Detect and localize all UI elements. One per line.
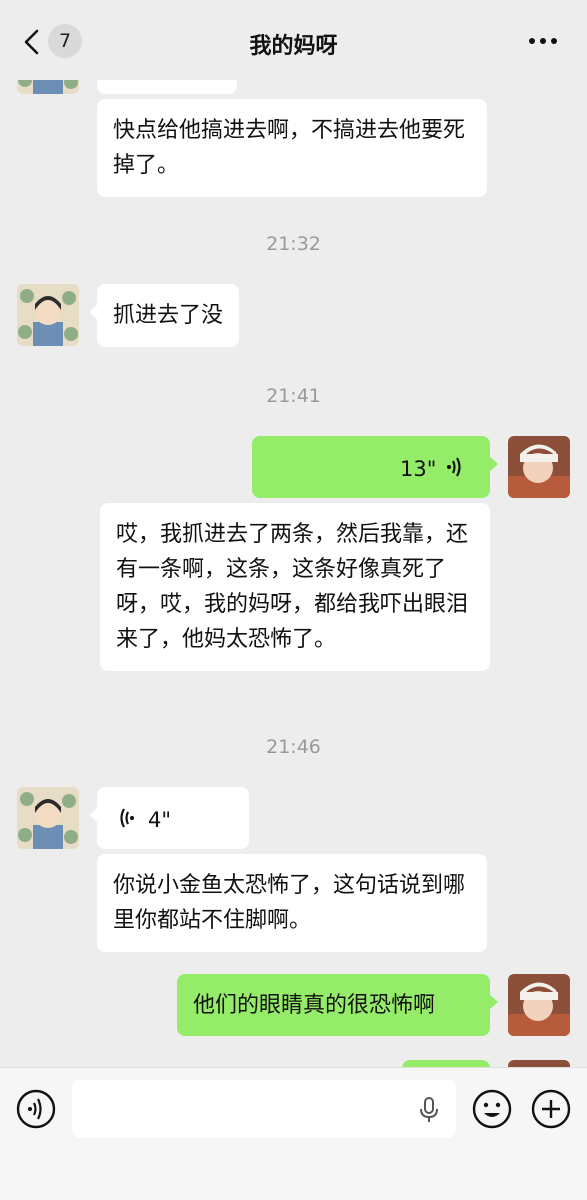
my-avatar[interactable]	[508, 436, 570, 498]
emoji-button[interactable]	[472, 1089, 512, 1129]
avatar-photo	[508, 436, 570, 498]
more-dots-icon	[529, 38, 535, 44]
message-text: 你说小金鱼太恐怖了，这句话说到哪里你都站不住脚啊。	[113, 873, 466, 933]
sent-message-cut[interactable]	[402, 1060, 490, 1067]
avatar-illustration	[17, 284, 79, 346]
received-message[interactable]: 抓进去了没	[88, 284, 240, 347]
avatar-photo	[508, 974, 570, 1036]
contact-avatar[interactable]	[17, 787, 79, 849]
message-text: 抓进去了没	[113, 303, 224, 328]
message-text: 哎，我抓进去了两条，然后我靠，还有一条啊，这条，这条好像真死了呀，哎，我的妈呀，…	[116, 522, 469, 652]
message-text: 快点给他搞进去啊，不搞进去他要死掉了。	[113, 118, 466, 178]
timestamp: 21:41	[266, 385, 321, 407]
voice-duration: 4"	[148, 808, 172, 832]
voice-icon	[16, 1089, 56, 1129]
voice-wave-icon	[120, 808, 134, 828]
received-message[interactable]: 快点给他搞进去啊，不搞进去他要死掉了。	[97, 99, 487, 197]
nav-bar: 7 我的妈呀	[0, 0, 587, 80]
message-input[interactable]	[72, 1080, 456, 1138]
avatar-photo	[508, 1060, 570, 1067]
message-text: 他们的眼睛真的很恐怖啊	[193, 993, 436, 1018]
timestamp: 21:46	[266, 736, 321, 758]
plus-icon	[531, 1089, 571, 1129]
voice-toggle-button[interactable]	[16, 1089, 56, 1129]
chat-title: 我的妈呀	[249, 34, 338, 59]
emoji-icon	[472, 1089, 512, 1129]
received-transcription[interactable]: 哎，我抓进去了两条，然后我靠，还有一条啊，这条，这条好像真死了呀，哎，我的妈呀，…	[100, 503, 490, 671]
avatar-illustration	[17, 787, 79, 849]
more-dots-icon-dot	[540, 38, 546, 44]
contact-avatar[interactable]	[17, 284, 79, 346]
more-button[interactable]	[529, 30, 561, 50]
chat-screen: 快点给他搞进去啊，不搞进去他要死掉了。 21:32 抓进去了没 21:41 13…	[0, 0, 587, 1200]
timestamp: 21:32	[266, 233, 321, 255]
received-transcription[interactable]: 你说小金鱼太恐怖了，这句话说到哪里你都站不住脚啊。	[97, 854, 487, 952]
sent-message[interactable]: 他们的眼睛真的很恐怖啊	[177, 974, 498, 1036]
add-button[interactable]	[531, 1089, 571, 1129]
my-avatar[interactable]	[508, 974, 570, 1036]
received-voice-message[interactable]: 4"	[89, 787, 249, 849]
my-avatar[interactable]	[508, 1060, 570, 1067]
sent-voice-message[interactable]: 13"	[252, 436, 498, 498]
voice-wave-icon	[447, 457, 461, 477]
message-list[interactable]: 快点给他搞进去啊，不搞进去他要死掉了。 21:32 抓进去了没 21:41 13…	[0, 0, 587, 1067]
mic-icon[interactable]	[418, 1096, 440, 1124]
more-dots-icon-dot	[551, 38, 557, 44]
input-bar	[0, 1067, 587, 1200]
voice-duration: 13"	[400, 457, 437, 481]
